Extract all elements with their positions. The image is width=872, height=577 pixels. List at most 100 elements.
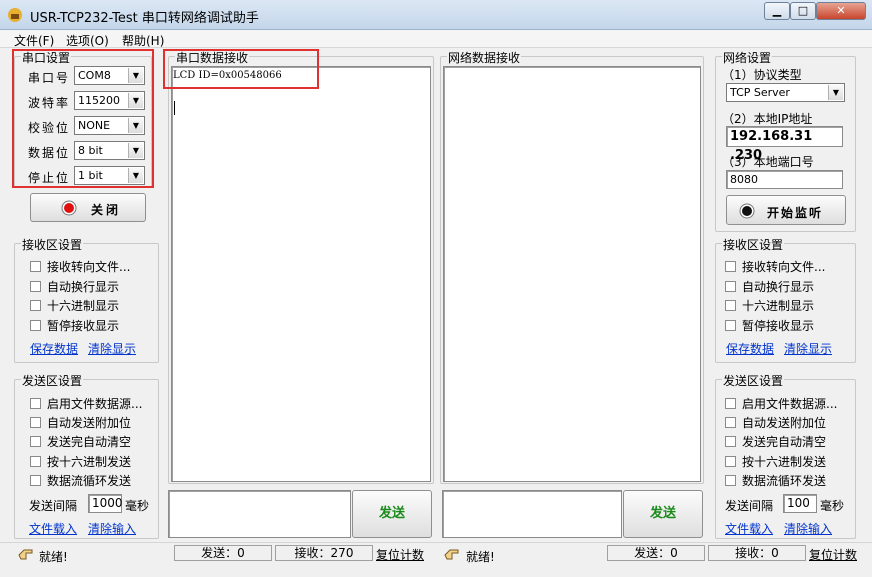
left-recv-option[interactable]: 十六进制显示 — [30, 297, 119, 314]
chevron-down-icon: ▼ — [128, 118, 143, 133]
ip-input[interactable]: 192.168.31 .230 — [726, 126, 843, 163]
checkbox-icon — [30, 261, 41, 272]
close-window-button[interactable]: ✕ — [816, 2, 866, 20]
left-recv-settings-title: 接收区设置 — [21, 236, 84, 253]
checkbox-icon — [725, 456, 736, 467]
left-send-option[interactable]: 按十六进制发送 — [30, 453, 131, 470]
protocol-value: TCP Server — [730, 86, 790, 99]
right-interval-label: 发送间隔 — [725, 499, 774, 513]
left-send-option[interactable]: 自动发送附加位 — [30, 414, 131, 431]
right-recv-option[interactable]: 十六进制显示 — [725, 297, 814, 314]
left-recv-option[interactable]: 接收转向文件... — [30, 258, 130, 275]
right-send-option[interactable]: 启用文件数据源... — [725, 395, 837, 412]
checkbox-icon — [725, 300, 736, 311]
left-recv-count: 接收：270 — [275, 545, 373, 561]
left-sent-count: 发送：0 — [174, 545, 272, 561]
serial-send-input[interactable] — [168, 490, 351, 538]
left-clear-input-link[interactable]: 清除输入 — [88, 520, 136, 537]
databits-select[interactable]: 8 bit ▼ — [74, 141, 145, 160]
close-port-label: 关闭 — [91, 203, 122, 217]
net-recv-textarea[interactable] — [443, 66, 701, 482]
right-recv-option[interactable]: 暂停接收显示 — [725, 317, 814, 334]
right-send-option[interactable]: 按十六进制发送 — [725, 453, 826, 470]
right-send-option[interactable]: 发送完自动清空 — [725, 433, 826, 450]
network-settings-title: 网络设置 — [722, 49, 773, 66]
menu-help[interactable]: 帮助(H) — [122, 32, 164, 49]
checkbox-icon — [30, 456, 41, 467]
left-load-file-link[interactable]: 文件载入 — [29, 520, 77, 537]
local-port-label: （3）本地端口号 — [722, 155, 814, 169]
left-interval-input[interactable]: 1000 — [88, 494, 123, 513]
baud-select[interactable]: 115200 ▼ — [74, 91, 145, 110]
chevron-down-icon: ▼ — [128, 168, 143, 183]
checkbox-icon — [30, 320, 41, 331]
listen-label: 开始监听 — [767, 206, 824, 220]
minimize-button[interactable]: ▁ — [764, 2, 790, 20]
right-clear-input-link[interactable]: 清除输入 — [784, 520, 832, 537]
checkbox-icon — [725, 261, 736, 272]
right-interval-input[interactable]: 100 — [783, 494, 817, 513]
hand-icon — [18, 549, 33, 560]
right-status-ready: 就绪! — [466, 550, 495, 564]
checkbox-icon — [725, 417, 736, 428]
net-send-input[interactable] — [442, 490, 622, 538]
stopbits-value: 1 bit — [78, 169, 103, 182]
baud-value: 115200 — [78, 94, 120, 107]
listen-button[interactable]: 开始监听 — [726, 195, 846, 225]
serial-recv-textarea[interactable]: LCD ID=0x00548066 — [171, 66, 431, 482]
left-clear-display-link[interactable]: 清除显示 — [88, 340, 136, 357]
local-port-input[interactable]: 8080 — [726, 170, 843, 189]
left-recv-option[interactable]: 暂停接收显示 — [30, 317, 119, 334]
checkbox-icon — [725, 320, 736, 331]
port-label: 串口号 — [28, 71, 71, 85]
left-recv-option[interactable]: 自动换行显示 — [30, 278, 119, 295]
checkbox-icon — [725, 398, 736, 409]
right-recv-settings-title: 接收区设置 — [722, 236, 785, 253]
databits-label: 数据位 — [28, 146, 71, 160]
menu-bar: 文件(F) 选项(O) 帮助(H) — [0, 30, 872, 48]
title-bar[interactable]: USR-TCP232-Test 串口转网络调试助手 ▁ □ ✕ — [0, 0, 872, 30]
checkbox-icon — [725, 436, 736, 447]
checkbox-icon — [725, 281, 736, 292]
chevron-down-icon: ▼ — [128, 143, 143, 158]
serial-recv-highlight-box — [163, 49, 319, 89]
right-send-option[interactable]: 自动发送附加位 — [725, 414, 826, 431]
close-port-button[interactable]: 关闭 — [30, 193, 146, 222]
menu-file[interactable]: 文件(F) — [14, 32, 54, 49]
ip-label: （2）本地IP地址 — [722, 112, 813, 126]
baud-label: 波特率 — [28, 96, 71, 110]
right-recv-option[interactable]: 自动换行显示 — [725, 278, 814, 295]
right-send-option[interactable]: 数据流循环发送 — [725, 472, 826, 489]
left-send-option[interactable]: 发送完自动清空 — [30, 433, 131, 450]
port-select[interactable]: COM8 ▼ — [74, 66, 145, 85]
left-save-data-link[interactable]: 保存数据 — [30, 340, 78, 357]
chevron-down-icon: ▼ — [128, 68, 143, 83]
checkbox-icon — [725, 475, 736, 486]
app-icon — [8, 8, 22, 22]
right-load-file-link[interactable]: 文件载入 — [725, 520, 773, 537]
stopbits-select[interactable]: 1 bit ▼ — [74, 166, 145, 185]
maximize-button[interactable]: □ — [790, 2, 816, 20]
right-save-data-link[interactable]: 保存数据 — [726, 340, 774, 357]
net-recv-title: 网络数据接收 — [447, 49, 522, 66]
left-send-settings-title: 发送区设置 — [21, 372, 84, 389]
net-send-button[interactable]: 发送 — [623, 490, 703, 538]
checkbox-icon — [30, 398, 41, 409]
black-light-icon — [739, 203, 755, 219]
protocol-select[interactable]: TCP Server ▼ — [726, 83, 845, 102]
right-recv-option[interactable]: 接收转向文件... — [725, 258, 825, 275]
checkbox-icon — [30, 281, 41, 292]
right-clear-display-link[interactable]: 清除显示 — [784, 340, 832, 357]
databits-value: 8 bit — [78, 144, 103, 157]
left-reset-count-link[interactable]: 复位计数 — [376, 546, 424, 563]
right-reset-count-link[interactable]: 复位计数 — [809, 546, 857, 563]
parity-select[interactable]: NONE ▼ — [74, 116, 145, 135]
left-send-option[interactable]: 启用文件数据源... — [30, 395, 142, 412]
right-recv-count: 接收：0 — [708, 545, 806, 561]
serial-send-button[interactable]: 发送 — [352, 490, 432, 538]
left-send-option[interactable]: 数据流循环发送 — [30, 472, 131, 489]
red-light-icon — [61, 200, 77, 216]
menu-options[interactable]: 选项(O) — [66, 32, 109, 49]
checkbox-icon — [30, 475, 41, 486]
text-cursor — [174, 101, 175, 115]
